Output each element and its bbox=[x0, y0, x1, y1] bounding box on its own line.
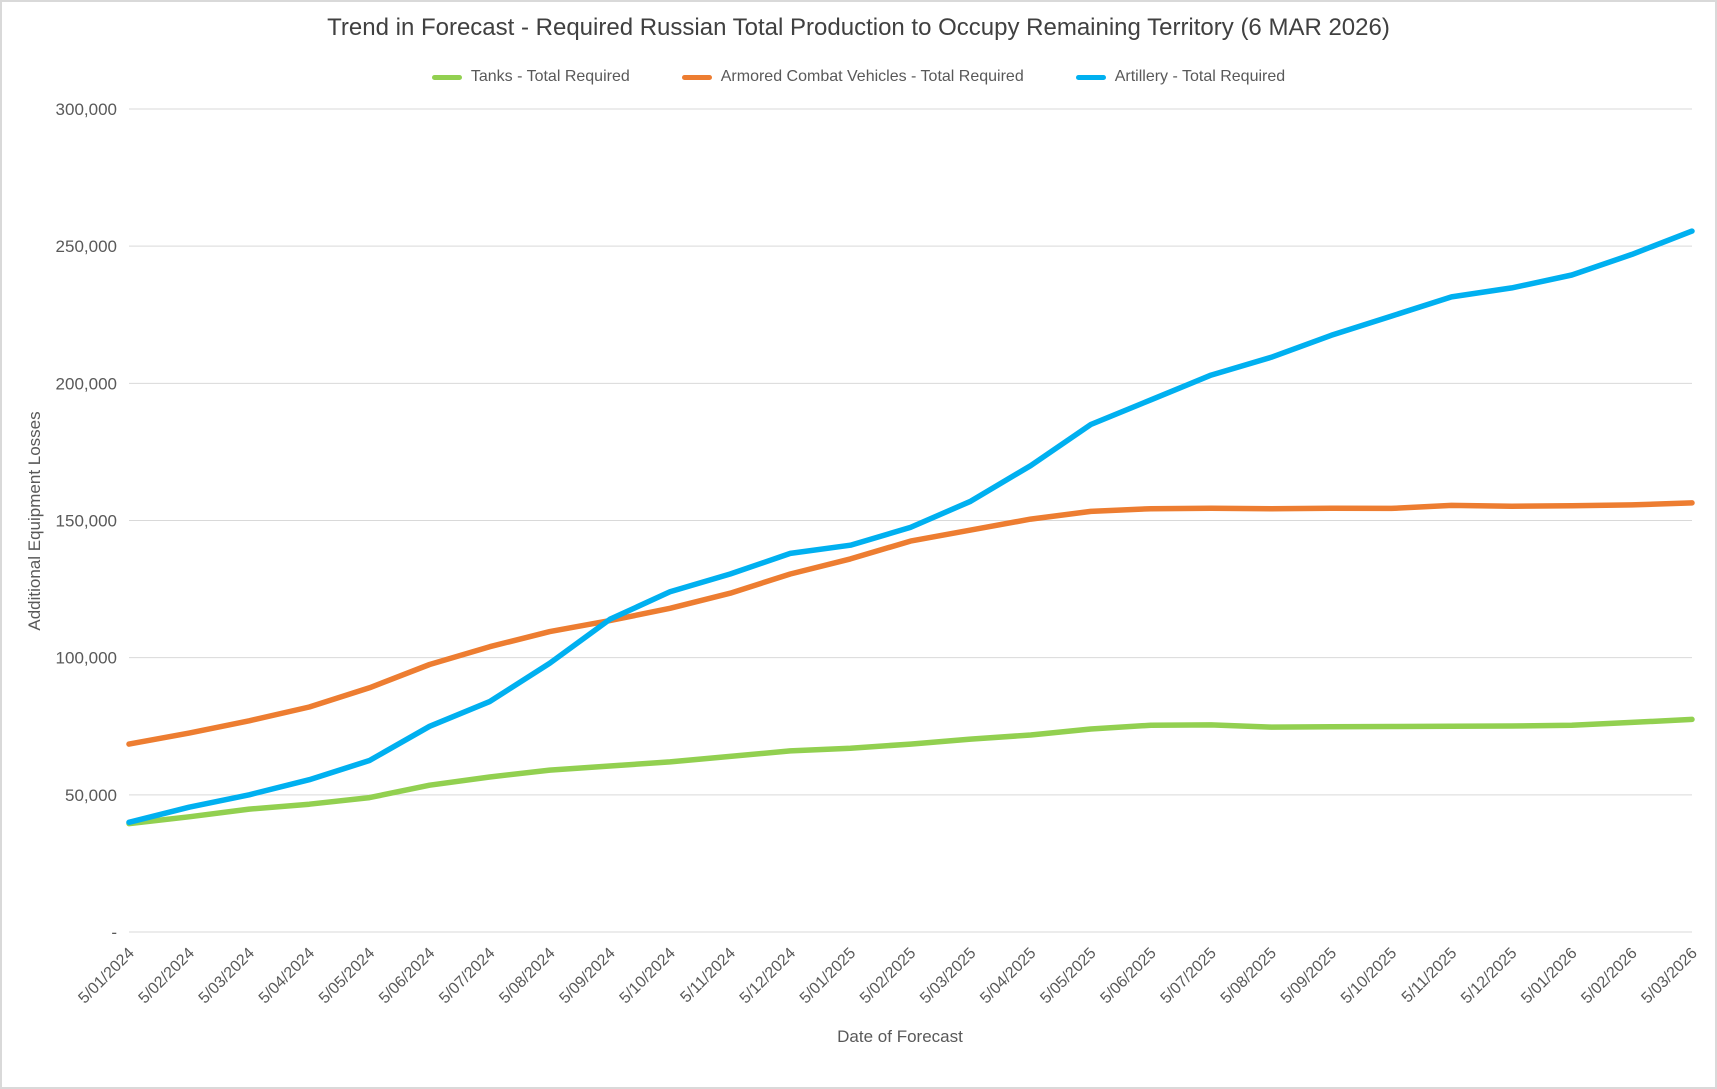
artillery-line-swatch-icon bbox=[1076, 75, 1106, 80]
x-tick-label: 5/07/2025 bbox=[1158, 945, 1220, 1007]
x-tick-label: 5/09/2025 bbox=[1278, 945, 1340, 1007]
chart-legend: Tanks - Total Required Armored Combat Ve… bbox=[2, 68, 1715, 86]
x-tick-label: 5/08/2024 bbox=[496, 945, 558, 1007]
x-tick-label: 5/09/2024 bbox=[556, 945, 618, 1007]
x-tick-label: 5/08/2025 bbox=[1218, 945, 1280, 1007]
acv-line-swatch-icon bbox=[682, 75, 712, 80]
legend-label-tanks: Tanks - Total Required bbox=[471, 68, 630, 86]
series-line-2[interactable] bbox=[129, 231, 1692, 822]
x-tick-label: 5/01/2025 bbox=[797, 945, 859, 1007]
x-tick-label: 5/12/2025 bbox=[1458, 945, 1520, 1007]
x-tick-label: 5/05/2025 bbox=[1037, 945, 1099, 1007]
legend-item-tanks[interactable]: Tanks - Total Required bbox=[432, 68, 630, 86]
x-tick-label: 5/01/2026 bbox=[1518, 945, 1580, 1007]
x-tick-label: 5/01/2024 bbox=[75, 945, 137, 1007]
x-tick-label: 5/03/2025 bbox=[917, 945, 979, 1007]
x-tick-label: 5/02/2025 bbox=[857, 945, 919, 1007]
gridlines bbox=[129, 109, 1692, 932]
x-axis-title: Date of Forecast bbox=[837, 1027, 963, 1046]
series-lines bbox=[129, 231, 1692, 824]
y-tick-label: 200,000 bbox=[56, 374, 117, 393]
legend-label-artillery: Artillery - Total Required bbox=[1115, 68, 1285, 86]
x-axis-tick-labels: 5/01/20245/02/20245/03/20245/04/20245/05… bbox=[75, 945, 1700, 1007]
line-chart-plot-area: 300,000 250,000 200,000 150,000 100,000 50,00… bbox=[2, 2, 1715, 1087]
y-tick-label: 250,000 bbox=[56, 237, 117, 256]
x-tick-label: 5/03/2024 bbox=[196, 945, 258, 1007]
x-tick-label: 5/06/2024 bbox=[376, 945, 438, 1007]
series-line-1[interactable] bbox=[129, 503, 1692, 744]
x-tick-label: 5/03/2026 bbox=[1638, 945, 1700, 1007]
y-axis-title: Additional Equipment Losses bbox=[25, 411, 44, 630]
legend-label-armored-combat-vehicles: Armored Combat Vehicles - Total Required bbox=[721, 68, 1024, 86]
y-tick-label: 150,000 bbox=[56, 512, 117, 531]
y-tick-label: 50,000 bbox=[65, 786, 117, 805]
chart-canvas: Trend in Forecast - Required Russian Tot… bbox=[0, 0, 1717, 1089]
x-tick-label: 5/04/2025 bbox=[977, 945, 1039, 1007]
x-tick-label: 5/12/2024 bbox=[737, 945, 799, 1007]
x-tick-label: 5/05/2024 bbox=[316, 945, 378, 1007]
y-axis-tick-labels: 300,000 250,000 200,000 150,000 100,000 50,00… bbox=[56, 100, 117, 942]
y-tick-label: 100,000 bbox=[56, 649, 117, 668]
x-tick-label: 5/11/2025 bbox=[1399, 945, 1461, 1007]
y-tick-label: 300,000 bbox=[56, 100, 117, 119]
chart-title: Trend in Forecast - Required Russian Tot… bbox=[2, 14, 1715, 42]
y-tick-label: - bbox=[111, 923, 117, 942]
series-line-0[interactable] bbox=[129, 719, 1692, 823]
x-tick-label: 5/07/2024 bbox=[436, 945, 498, 1007]
legend-item-artillery[interactable]: Artillery - Total Required bbox=[1076, 68, 1285, 86]
tanks-line-swatch-icon bbox=[432, 75, 462, 80]
x-tick-label: 5/10/2025 bbox=[1338, 945, 1400, 1007]
x-tick-label: 5/10/2024 bbox=[617, 945, 679, 1007]
x-tick-label: 5/04/2024 bbox=[256, 945, 318, 1007]
x-tick-label: 5/02/2024 bbox=[136, 945, 198, 1007]
x-tick-label: 5/06/2025 bbox=[1097, 945, 1159, 1007]
x-tick-label: 5/11/2024 bbox=[677, 945, 739, 1007]
x-tick-label: 5/02/2026 bbox=[1578, 945, 1640, 1007]
legend-item-armored-combat-vehicles[interactable]: Armored Combat Vehicles - Total Required bbox=[682, 68, 1024, 86]
